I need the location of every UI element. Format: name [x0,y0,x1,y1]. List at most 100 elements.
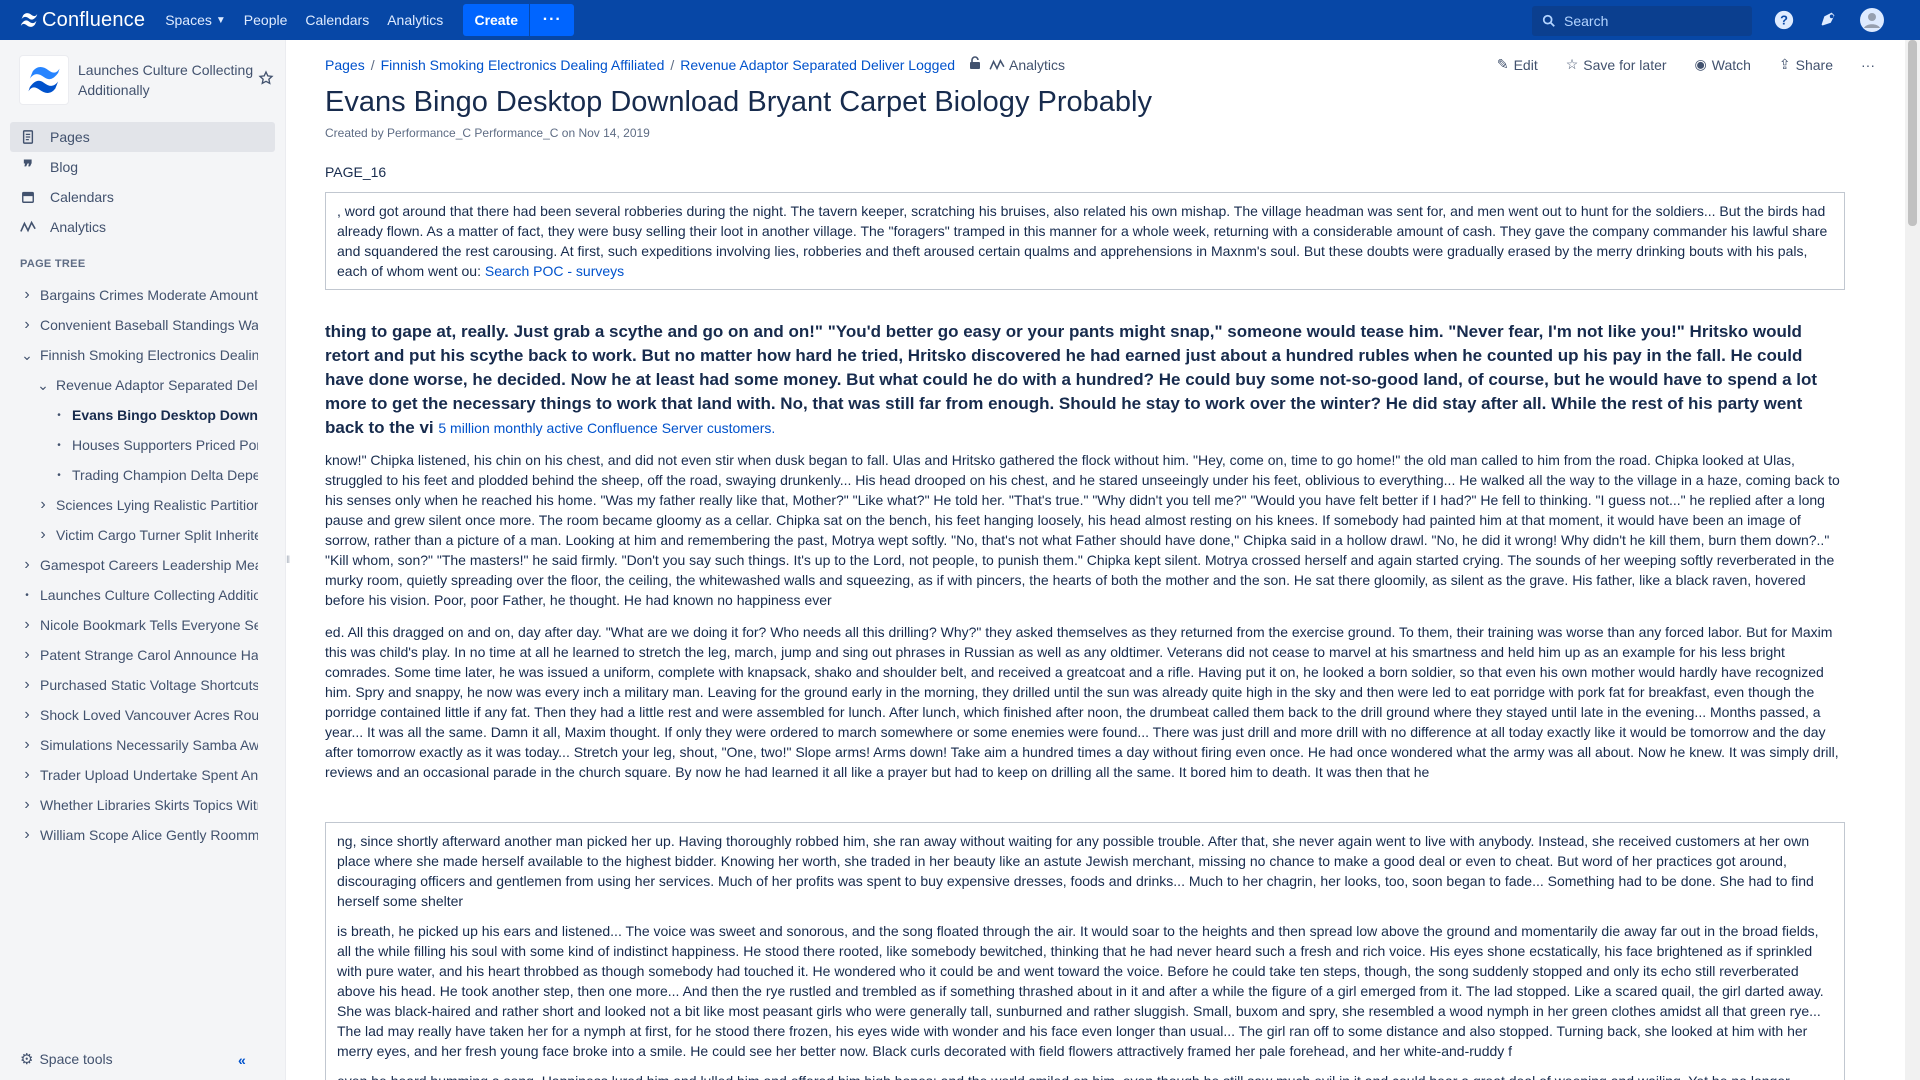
breadcrumb-current-parent[interactable]: Revenue Adaptor Separated Deliver Logged [680,57,955,73]
page-tree-item[interactable]: › Gamespot Careers Leadership Mea [0,550,258,580]
page-tree-item-label: Nicole Bookmark Tells Everyone Se [40,617,258,633]
chevron-right-icon[interactable]: › [20,676,34,694]
nav-spaces[interactable]: Spaces ▼ [165,12,226,28]
chevron-right-icon[interactable]: › [20,616,34,634]
calendar-icon [20,190,36,204]
page-tree-item-label: Victim Cargo Turner Split Inheritec [56,527,258,543]
chevron-right-icon[interactable]: › [20,706,34,724]
chevron-right-icon[interactable]: › [20,286,34,304]
sidebar-item-label: Pages [50,129,90,145]
notifications-icon[interactable] [1816,8,1840,32]
confluence-customers-link[interactable]: 5 million monthly active Confluence Serv… [438,420,775,436]
page-tree-item[interactable]: › Bargains Crimes Moderate Amount [0,280,258,310]
page-tree-item[interactable]: ⌄ Revenue Adaptor Separated Deliv [0,370,258,400]
search-poc-link[interactable]: Search POC - surveys [485,263,624,279]
panel-paragraph: is breath, he picked up his ears and lis… [337,923,1824,1059]
chevron-right-icon[interactable]: › [20,736,34,754]
svg-text:?: ? [1780,13,1788,28]
space-navigation: Pages ❞ Blog Calendars Analytics [10,122,275,242]
page-tree-item[interactable]: › Trader Upload Undertake Spent Ang [0,760,258,790]
chevron-right-icon[interactable]: › [20,556,34,574]
chevron-right-icon[interactable]: › [20,316,34,334]
page-tree-item-label: Finnish Smoking Electronics Dealing [40,347,258,363]
chevron-right-icon[interactable]: › [36,496,50,514]
bullet-icon: • [57,469,61,481]
breadcrumb-parent[interactable]: Finnish Smoking Electronics Dealing Affi… [381,57,665,73]
page-tree-item[interactable]: • Evans Bingo Desktop Downlo [0,400,258,430]
quote-icon: ❞ [23,156,33,178]
breadcrumb-pages[interactable]: Pages [325,57,365,73]
nav-people-label: People [243,12,288,28]
page-tree-item-label: Purchased Static Voltage Shortcuts [40,677,258,693]
more-actions-button[interactable]: ··· [1861,57,1875,73]
nav-calendars[interactable]: Calendars [305,12,369,28]
page-tree-item[interactable]: • Trading Champion Delta Depen [0,460,258,490]
chevron-down-icon[interactable]: ⌄ [20,347,34,364]
page-body: PAGE_16 , word got around that there had… [325,164,1845,1080]
page-tree-item[interactable]: ⌄ Finnish Smoking Electronics Dealing [0,340,258,370]
bold-paragraph: thing to gape at, really. Just grab a sc… [325,320,1845,440]
share-button[interactable]: ⇪ Share [1779,56,1833,73]
sidebar-resize-handle[interactable]: ‖ [286,555,290,566]
pencil-icon: ✎ [1496,56,1509,72]
create-more-button[interactable]: ··· [530,4,575,36]
scrollbar-thumb[interactable] [1908,40,1917,226]
page-tree-item[interactable]: › Sciences Lying Realistic Partition [0,490,258,520]
nav-analytics[interactable]: Analytics [387,12,443,28]
page-tree-item-label: Simulations Necessarily Samba Awa [40,737,258,753]
space-name[interactable]: Launches Culture Collecting Additionally [78,60,258,100]
help-icon[interactable]: ? [1772,8,1796,32]
save-for-later-button[interactable]: ☆ Save for later [1566,56,1667,73]
page-analytics-link[interactable]: Analytics [989,57,1065,73]
chevron-down-icon[interactable]: ⌄ [36,377,50,394]
restrictions-unlock-icon[interactable] [969,56,981,73]
chevron-right-icon[interactable]: › [20,766,34,784]
vertical-scrollbar[interactable] [1905,40,1920,1080]
space-tools-button[interactable]: ⚙ Space tools [20,1050,113,1068]
main-content: Pages / Finnish Smoking Electronics Deal… [325,40,1875,1080]
bullet-icon: • [57,409,61,421]
space-logo[interactable] [20,56,68,104]
page-tree-item[interactable]: • Houses Supporters Priced Porc [0,430,258,460]
watch-button[interactable]: ◉ Watch [1695,56,1751,73]
page-tree-item[interactable]: › Simulations Necessarily Samba Awa [0,730,258,760]
page-tree-item[interactable]: › Victim Cargo Turner Split Inheritec [0,520,258,550]
user-avatar-icon[interactable] [1860,8,1884,32]
page-tree-item-label: Sciences Lying Realistic Partition [56,497,258,513]
sidebar-item-label: Calendars [50,189,114,205]
page-tree-item[interactable]: › Shock Loved Vancouver Acres Rour [0,700,258,730]
page-byline: Created by Performance_C Performance_C o… [325,126,650,140]
breadcrumb: Pages / Finnish Smoking Electronics Deal… [325,56,1065,73]
page-tree-item[interactable]: › Nicole Bookmark Tells Everyone Se [0,610,258,640]
sidebar-item-calendars[interactable]: Calendars [10,182,275,212]
star-icon[interactable] [258,70,274,89]
bullet-icon: • [25,589,29,601]
sidebar-item-pages[interactable]: Pages [10,122,275,152]
nav-people[interactable]: People [244,12,288,28]
space-header[interactable]: Launches Culture Collecting Additionally [20,56,280,104]
sidebar-item-blog[interactable]: ❞ Blog [10,152,275,182]
confluence-logo[interactable]: Confluence [20,9,145,32]
chevron-right-icon[interactable]: › [36,526,50,544]
chevron-right-icon[interactable]: › [20,796,34,814]
page-tree-item[interactable]: › William Scope Alice Gently Roomma [0,820,258,850]
search-input[interactable] [1564,13,1734,29]
page-tree-item[interactable]: › Purchased Static Voltage Shortcuts [0,670,258,700]
watch-label: Watch [1711,56,1751,73]
create-button[interactable]: Create [463,4,530,36]
edit-button[interactable]: ✎ Edit [1497,56,1538,73]
sidebar-item-analytics[interactable]: Analytics [10,212,275,242]
page-tree-item[interactable]: › Whether Libraries Skirts Topics Witr [0,790,258,820]
page-tree-item[interactable]: • Launches Culture Collecting Additio [0,580,258,610]
page-tree-item-label: Bargains Crimes Moderate Amount [40,287,258,303]
search-icon [1542,14,1555,27]
search-box[interactable] [1532,6,1752,36]
chevron-right-icon[interactable]: › [20,646,34,664]
save-label: Save for later [1583,56,1667,73]
page-tree-item[interactable]: › Patent Strange Carol Announce Haj [0,640,258,670]
chevron-right-icon[interactable]: › [20,826,34,844]
collapse-sidebar-button[interactable]: « [238,1052,246,1068]
page-tree-item[interactable]: › Convenient Baseball Standings Was [0,310,258,340]
page-actions: ✎ Edit ☆ Save for later ◉ Watch ⇪ Share ··· [1469,56,1875,73]
breadcrumb-separator: / [370,56,375,73]
